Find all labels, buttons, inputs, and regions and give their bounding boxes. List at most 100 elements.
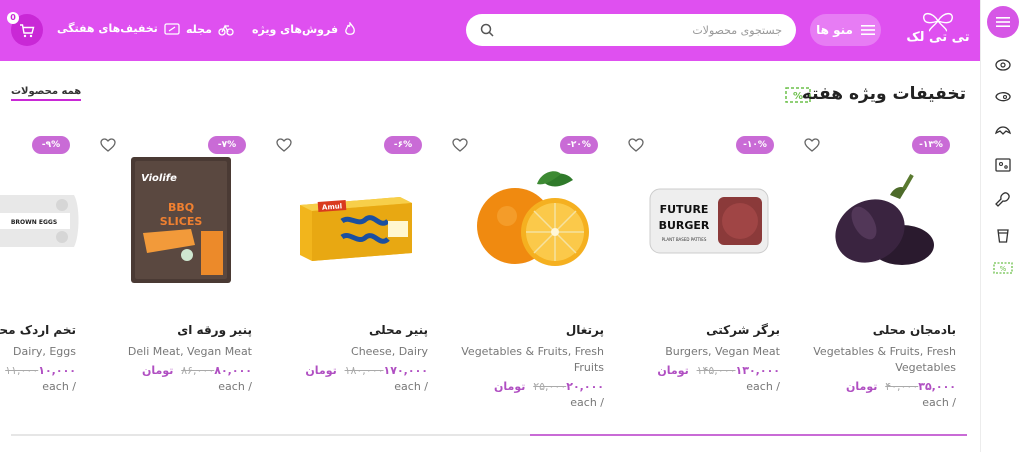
section-title: تخفیفات ویژه هفته xyxy=(801,84,966,104)
butterfly-logo-icon xyxy=(923,12,953,32)
product-price: ۴۰,۰۰۰۳۵,۰۰۰ تومان xyxy=(846,380,956,393)
product-price: ۱۱,۰۰۰۱۰,۰۰۰ تومان xyxy=(0,364,76,377)
price-unit: / each xyxy=(746,380,780,393)
product-card[interactable]: -۹% BROWN EGGS تخم اردک محلی Dairy, Eggs… xyxy=(0,130,82,410)
product-image[interactable]: Violife BBQ SLICES xyxy=(106,150,256,290)
sidebar-item-discounts[interactable]: % xyxy=(993,258,1013,278)
product-card[interactable]: -۱۰% FUTURE BURGER PLANT BASED PATTIES ب… xyxy=(626,130,786,410)
product-card[interactable]: -۷% Violife BBQ SLICES پنیر ورقه ای Deli… xyxy=(98,130,258,410)
drink-cup-icon xyxy=(997,229,1009,243)
cart-icon xyxy=(20,23,35,37)
brand-text: Violife xyxy=(141,173,177,184)
hamburger-icon xyxy=(860,25,875,35)
old-price: ۲۵,۰۰۰ xyxy=(533,380,567,393)
product-image[interactable]: Amul xyxy=(282,150,432,290)
product-name[interactable]: برگر شرکتی xyxy=(706,323,780,337)
product-price: ۲۵,۰۰۰۲۰,۰۰۰ تومان xyxy=(494,380,604,393)
product-image[interactable] xyxy=(458,150,608,290)
product-categories: Deli Meat, Vegan Meat xyxy=(127,345,252,358)
product-name[interactable]: پنیر ورقه ای xyxy=(177,323,252,337)
menus-button[interactable]: منو ها xyxy=(810,14,881,46)
product-image[interactable]: FUTURE BURGER PLANT BASED PATTIES xyxy=(634,150,784,290)
search-icon[interactable] xyxy=(480,23,494,37)
discount-ticket-icon: % xyxy=(785,87,811,103)
product-categories: Burgers, Vegan Meat xyxy=(665,345,780,358)
product-categories: Vegetables & Fruits, Fresh Fruits xyxy=(461,345,604,374)
menu-button-label: منو ها xyxy=(816,23,853,37)
croissant-icon xyxy=(995,126,1011,135)
egg-carton-image: BROWN EGGS xyxy=(0,195,79,247)
magazine-label: مجله xyxy=(186,22,212,36)
product-categories: Dairy, Eggs xyxy=(13,345,76,358)
product-card[interactable]: -۱۳% بادمجان محلی Vegetables & Fruits, F… xyxy=(802,130,962,410)
svg-text:%: % xyxy=(793,91,803,102)
svg-text:%: % xyxy=(1000,265,1007,273)
sidebar-item-snacks[interactable] xyxy=(993,190,1013,210)
old-price: ۸۶,۰۰۰ xyxy=(181,364,215,377)
cheese-slices-image: Violife BBQ SLICES xyxy=(131,157,231,283)
sidebar-item-bakery[interactable] xyxy=(993,120,1013,140)
pack-text: BROWN EGGS xyxy=(11,219,57,226)
sidebar-item-meat[interactable] xyxy=(993,87,1013,107)
cheese-box-image: Amul xyxy=(300,197,412,261)
magazine-link[interactable]: مجله xyxy=(186,22,234,36)
sidebar-menu-button[interactable] xyxy=(987,6,1019,38)
cheese-icon xyxy=(995,158,1011,172)
price-unit: / each xyxy=(218,380,252,393)
product-name[interactable]: پنیر محلی xyxy=(369,323,428,337)
all-products-link[interactable]: همه محصولات xyxy=(11,86,82,101)
price-unit: / each xyxy=(394,380,428,393)
top-header: تی تی لک منو ها فروش‌های ویژه مجله تخفیف… xyxy=(0,0,980,61)
orange-image xyxy=(477,171,589,266)
category-sidebar: % xyxy=(980,0,1024,452)
special-sales-link[interactable]: فروش‌های ویژه xyxy=(252,22,356,36)
product-card[interactable]: -۲۰% پرتغال Vegetables & Fruits, Fresh F… xyxy=(450,130,610,410)
product-price: ۱۸۰,۰۰۰۱۷۰,۰۰۰ تومان xyxy=(305,364,428,377)
discount-ticket-icon: % xyxy=(993,262,1013,274)
product-name[interactable]: پرتغال xyxy=(566,323,604,337)
sidebar-item-drinks[interactable] xyxy=(993,225,1013,245)
price-unit: / each xyxy=(570,396,604,409)
sidebar-item-cheese[interactable] xyxy=(993,155,1013,175)
pack-text-2: BURGER xyxy=(659,219,710,232)
pack-text-2: SLICES xyxy=(160,215,203,228)
price-unit: / each xyxy=(42,380,76,393)
old-price: ۱۴۵,۰۰۰ xyxy=(696,364,736,377)
product-card[interactable]: -۶% Amul پنیر محلی Cheese, Dairy ۱۸۰,۰۰۰… xyxy=(274,130,434,410)
product-price: ۸۶,۰۰۰۸۰,۰۰۰ تومان xyxy=(142,364,252,377)
drumstick-icon xyxy=(995,192,1010,207)
site-logo[interactable]: تی تی لک xyxy=(906,10,970,50)
hamburger-icon xyxy=(996,17,1010,27)
old-price: ۱۸۰,۰۰۰ xyxy=(344,364,384,377)
weekly-deals-label: تخفیف‌های هفتگی xyxy=(57,22,158,35)
product-name[interactable]: تخم اردک محلی xyxy=(0,323,76,337)
sidebar-item-fruits[interactable] xyxy=(993,54,1013,74)
price-unit: / each xyxy=(922,396,956,409)
eggplant-image xyxy=(835,174,934,265)
product-name[interactable]: بادمجان محلی xyxy=(873,323,956,337)
weekly-deals-link[interactable]: تخفیف‌های هفتگی xyxy=(57,22,180,35)
product-price: ۱۴۵,۰۰۰۱۳۰,۰۰۰ تومان xyxy=(657,364,780,377)
fire-icon xyxy=(345,22,355,35)
product-categories: Vegetables & Fruits, Fresh Vegetables xyxy=(813,345,956,374)
product-categories: Cheese, Dairy xyxy=(351,345,428,358)
old-price: ۴۰,۰۰۰ xyxy=(885,380,919,393)
pack-text-3: PLANT BASED PATTIES xyxy=(662,237,707,242)
brand-text: Amul xyxy=(322,202,343,211)
pack-text-1: BBQ xyxy=(168,201,194,214)
search-bar xyxy=(466,14,796,46)
logo-text: تی تی لک xyxy=(906,30,970,45)
carousel-scrollbar-thumb[interactable] xyxy=(530,434,967,436)
pack-text-1: FUTURE xyxy=(660,203,709,216)
burger-pack-image: FUTURE BURGER PLANT BASED PATTIES xyxy=(649,188,769,254)
bike-icon xyxy=(218,24,234,36)
old-price: ۱۱,۰۰۰ xyxy=(5,364,39,377)
search-input[interactable] xyxy=(494,23,782,37)
meat-icon xyxy=(995,92,1011,102)
avocado-icon xyxy=(995,59,1011,71)
cart-count-badge: 0 xyxy=(7,12,19,24)
special-sales-label: فروش‌های ویژه xyxy=(252,22,339,36)
discount-ticket-icon xyxy=(164,22,180,35)
product-image[interactable] xyxy=(810,150,960,290)
product-image[interactable]: BROWN EGGS xyxy=(0,150,80,290)
